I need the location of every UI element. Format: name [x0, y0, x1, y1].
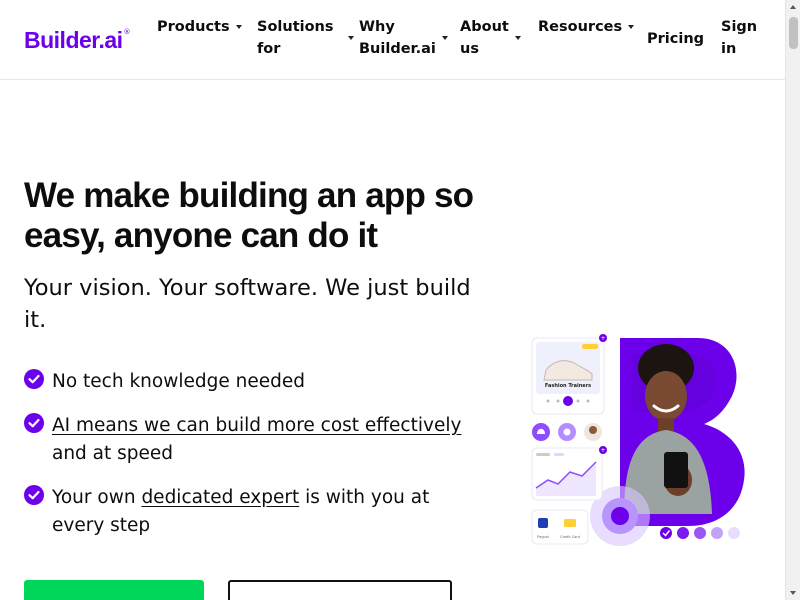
nav-signin-line2: in	[721, 41, 737, 57]
site-header: Builder.ai ® Products Solutions for Why …	[0, 0, 785, 80]
nav-resources-label: Resources	[538, 19, 623, 35]
svg-text:Credit Card: Credit Card	[560, 535, 580, 539]
feature-text: and at speed	[52, 443, 174, 464]
nav-pricing-label: Pricing	[647, 31, 705, 47]
svg-text:Paypal: Paypal	[537, 535, 549, 539]
nav-resources[interactable]: Resources	[538, 16, 635, 38]
nav-about-line1: About	[460, 19, 509, 35]
primary-cta-button[interactable]	[24, 580, 204, 600]
scroll-up-arrow-icon[interactable]	[790, 5, 796, 9]
scroll-down-arrow-icon[interactable]	[790, 591, 796, 595]
paypal-icon	[538, 518, 548, 528]
caret-down-icon	[235, 25, 242, 29]
hero-illustration: Fashion Trainers + + Paypal Credit Card	[531, 334, 745, 546]
person-face	[645, 371, 687, 421]
svg-text:+: +	[600, 335, 605, 342]
nav-why-line2: Builder.ai	[359, 41, 436, 57]
nav-about-label: About us	[460, 16, 509, 60]
feature-link-ai[interactable]: AI means we can build more cost effectiv…	[52, 415, 461, 436]
nav-pricing[interactable]: Pricing	[647, 28, 704, 50]
caret-down-icon	[628, 25, 635, 29]
nav-products-label: Products	[157, 19, 230, 35]
caret-down-icon	[441, 36, 448, 40]
caret-down-icon	[514, 36, 521, 40]
check-circle-icon	[24, 413, 44, 433]
feature-item: No tech knowledge needed	[24, 368, 464, 396]
card-icon	[564, 519, 576, 527]
scrollbar-thumb[interactable]	[789, 17, 798, 49]
page-scrollbar[interactable]	[785, 0, 800, 600]
nav-why-builder[interactable]: Why Builder.ai	[359, 16, 448, 60]
secondary-cta-button[interactable]	[228, 580, 452, 600]
product-name: Fashion Trainers	[545, 383, 591, 389]
check-circle-icon	[24, 369, 44, 389]
svg-text:+: +	[600, 447, 605, 454]
hero-title: We make building an app so easy, anyone …	[24, 176, 474, 255]
feature-list: No tech knowledge needed AI means we can…	[24, 368, 464, 556]
feature-item: AI means we can build more cost effectiv…	[24, 412, 464, 468]
nav-about-line2: us	[460, 41, 479, 57]
feature-text-before: Your own	[52, 487, 142, 508]
nav-why-line1: Why	[359, 19, 395, 35]
nav-solutions-line2: for	[257, 41, 281, 57]
caret-down-icon	[347, 36, 354, 40]
nav-signin-label: Sign in	[721, 16, 757, 60]
nav-solutions-line1: Solutions	[257, 19, 334, 35]
nav-products[interactable]: Products	[157, 16, 242, 38]
nav-sign-in[interactable]: Sign in	[721, 16, 757, 60]
builder-logo[interactable]: Builder.ai ®	[24, 26, 131, 53]
logo-registered-mark: ®	[123, 28, 131, 36]
feature-item: Your own dedicated expert is with you at…	[24, 484, 464, 540]
nav-solutions-label: Solutions for	[257, 16, 334, 60]
feature-link-expert[interactable]: dedicated expert	[141, 487, 299, 508]
nav-why-label: Why Builder.ai	[359, 16, 436, 60]
hero-subtitle: Your vision. Your software. We just buil…	[24, 275, 471, 333]
nav-solutions[interactable]: Solutions for	[257, 16, 354, 60]
feature-text: No tech knowledge needed	[52, 371, 305, 392]
logo-wordmark: Builder.ai	[24, 26, 123, 53]
nav-about-us[interactable]: About us	[460, 16, 521, 60]
phone-icon	[664, 452, 688, 488]
check-circle-icon	[24, 485, 44, 505]
nav-signin-line1: Sign	[721, 19, 758, 35]
